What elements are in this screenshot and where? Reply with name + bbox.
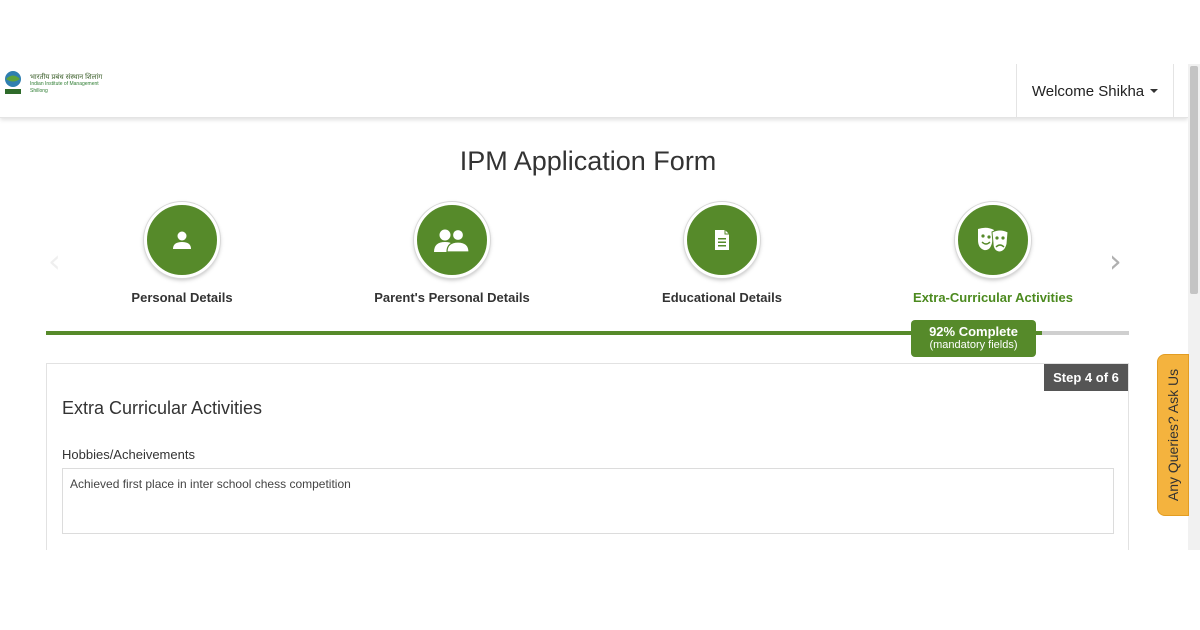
progress-badge: 92% Complete (mandatory fields)	[911, 320, 1036, 357]
chevron-right-icon[interactable]: ›	[1109, 242, 1122, 280]
top-navbar: भारतीय प्रबंध संस्थान शिलांग Indian Inst…	[0, 64, 1188, 118]
user-menu-dropdown[interactable]: Welcome Shikha	[1016, 64, 1174, 118]
step-educational-details[interactable]: Educational Details	[622, 202, 822, 305]
progress-bar-fill	[46, 331, 1043, 335]
caret-down-icon	[1150, 89, 1159, 93]
step-circle	[684, 202, 760, 278]
step-counter-badge: Step 4 of 6	[1044, 364, 1128, 391]
step-parents-details[interactable]: Parent's Personal Details	[352, 202, 552, 305]
parents-icon	[434, 228, 470, 253]
section-title: Extra Curricular Activities	[62, 398, 263, 418]
step-circle	[414, 202, 490, 278]
logo-hindi-text: भारतीय प्रबंध संस्थान शिलांग	[30, 74, 103, 81]
any-queries-label: Any Queries? Ask Us	[1165, 368, 1181, 502]
welcome-text: Welcome Shikha	[1031, 82, 1145, 100]
vertical-scrollbar[interactable]	[1188, 64, 1200, 550]
iim-shillong-emblem-icon	[5, 71, 21, 94]
step-personal-details[interactable]: Personal Details	[82, 202, 282, 305]
logo-text: भारतीय प्रबंध संस्थान शिलांग Indian Inst…	[30, 74, 120, 95]
hobbies-textarea[interactable]: Achieved first place in inter school che…	[62, 468, 1114, 534]
page-viewport: भारतीय प्रबंध संस्थान शिलांग Indian Inst…	[0, 64, 1188, 550]
step-extra-curricular[interactable]: Extra-Curricular Activities	[893, 202, 1093, 305]
step-label: Educational Details	[662, 290, 782, 305]
step-label: Extra-Curricular Activities	[913, 290, 1073, 305]
theater-masks-icon	[978, 227, 1009, 253]
step-label: Parent's Personal Details	[374, 290, 530, 305]
chevron-left-icon[interactable]: ‹	[48, 242, 61, 280]
page-title: IPM Application Form	[459, 146, 717, 176]
document-icon	[715, 230, 729, 250]
logo-english-text: Indian Institute of Management	[30, 81, 99, 87]
step-label: Personal Details	[131, 290, 233, 305]
step-circle	[144, 202, 220, 278]
step-circle	[955, 202, 1031, 278]
hobbies-field-label: Hobbies/Acheivements	[62, 447, 195, 462]
person-icon	[173, 231, 191, 249]
logo-city-text: Shillong	[30, 88, 48, 94]
scrollbar-thumb[interactable]	[1190, 66, 1198, 294]
any-queries-tab[interactable]: Any Queries? Ask Us	[1157, 354, 1189, 516]
progress-sublabel: (mandatory fields)	[929, 339, 1018, 351]
logo[interactable]: भारतीय प्रबंध संस्थान शिलांग Indian Inst…	[2, 68, 112, 98]
form-card: Step 4 of 6 Extra Curricular Activities …	[46, 363, 1129, 550]
progress-percent-label: 92% Complete	[929, 324, 1018, 339]
